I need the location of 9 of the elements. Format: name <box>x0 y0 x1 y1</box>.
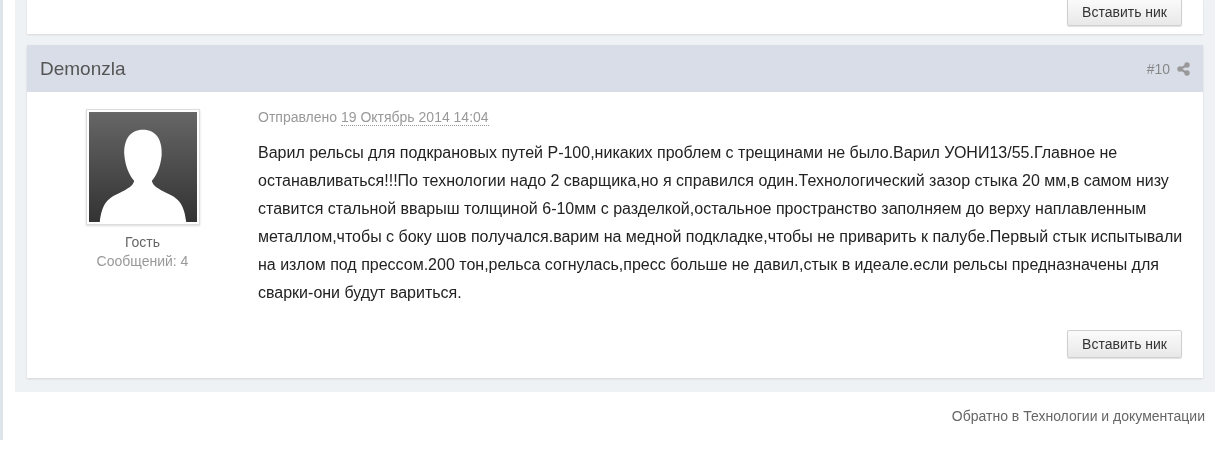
insert-nick-button[interactable]: Вставить ник <box>1067 330 1182 358</box>
user-group: Гость <box>124 234 161 250</box>
insert-nick-button[interactable]: Вставить ник <box>1067 0 1182 26</box>
share-icon[interactable] <box>1177 61 1190 76</box>
post-count: Сообщений: 4 <box>96 253 189 269</box>
posted-date: Отправлено 19 Октябрь 2014 14:04 <box>258 109 490 125</box>
post-text: Варил рельсы для подкрановых путей Р-100,никаких проблем с трещинами не было.Варил УОНИ13/55.Главное не останавливаться!!!По технологии надо 2 сварщика,но я справился один.Технологический зазор стыка 20 мм,в самом низу ставится стальной вварыш толщиной 6-10мм с разделкой,остальное пространство заполняем до верху наплавленным металлом,чтобы с боку шов получался.варим на медной подкладке,чтобы не приварить к палубе.Первый стык испытывали на излом под прессом.200 тон,рельса согнулась,пресс больше не давил,стык в идеале.если рельсы предназначены для сварки-они будут вариться. <box>258 143 1184 303</box>
author-name: Demonzla <box>40 57 126 80</box>
back-link[interactable]: Обратно в Технологии и документации <box>951 408 1205 424</box>
